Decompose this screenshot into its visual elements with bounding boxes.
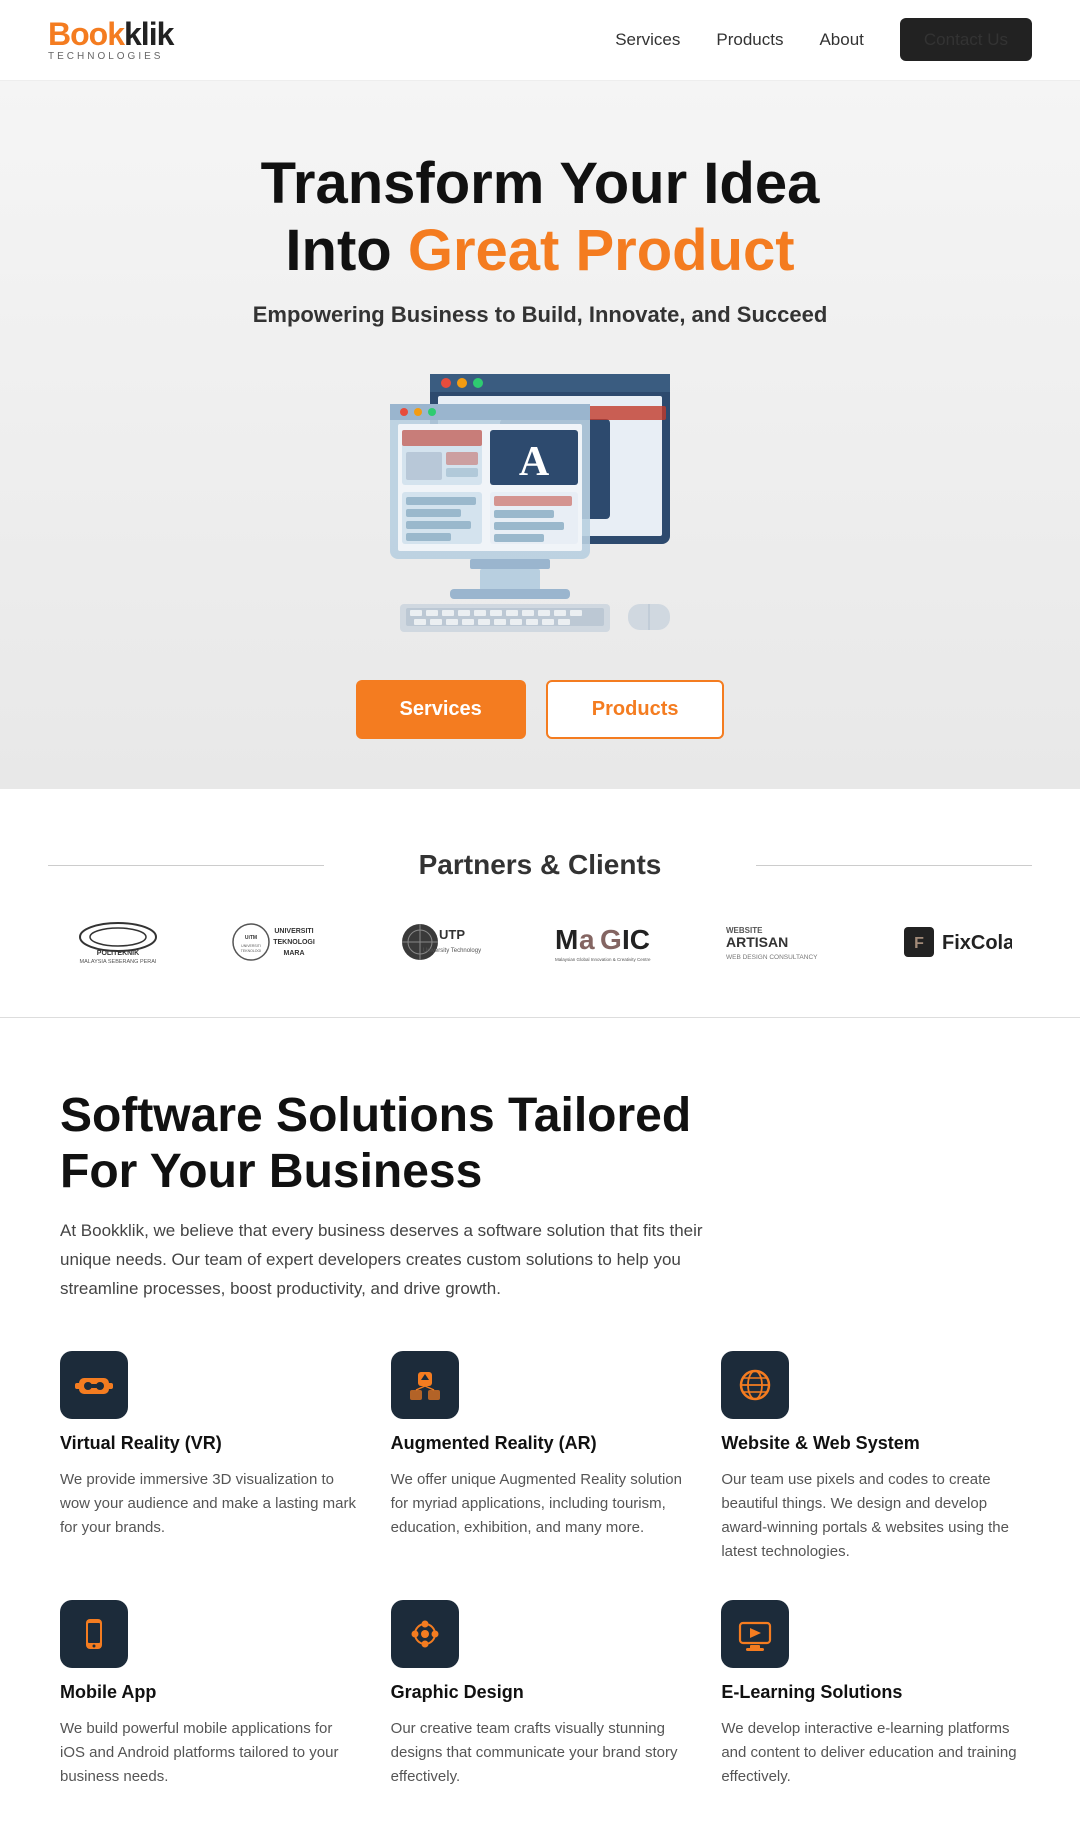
service-name-design: Graphic Design — [391, 1682, 690, 1703]
nav-link-products[interactable]: Products — [716, 30, 783, 49]
artisan-logo-svg: WEBSITE ARTISAN WEB DESIGN CONSULTANCY — [721, 917, 841, 967]
logo-wordmark: Bookklik — [48, 18, 173, 50]
service-card-design: Graphic Design Our creative team crafts … — [391, 1600, 690, 1789]
elearning-icon-box — [721, 1600, 789, 1668]
service-name-mobile: Mobile App — [60, 1682, 359, 1703]
svg-text:A: A — [519, 439, 550, 485]
svg-text:TEKNOLOGI: TEKNOLOGI — [273, 939, 315, 946]
service-name-ar: Augmented Reality (AR) — [391, 1433, 690, 1454]
partner-utp: UTP University Technology — [400, 917, 490, 967]
svg-text:POLITEKNIK: POLITEKNIK — [97, 950, 139, 957]
svg-text:a: a — [579, 924, 595, 955]
svg-text:UTP: UTP — [439, 927, 465, 942]
svg-text:F: F — [914, 935, 924, 952]
uitm-logo-svg: UiTM UNIVERSITI TEKNOLOGI UNIVERSITI TEK… — [229, 917, 339, 967]
svg-text:ARTISAN: ARTISAN — [726, 934, 788, 950]
hero-headline: Transform Your Idea Into Great Product — [60, 151, 1020, 284]
solutions-heading: Software Solutions Tailored For Your Bus… — [60, 1088, 740, 1198]
partners-logos: POLITEKNIK MALAYSIA SEBERANG PERAI UiTM … — [48, 917, 1032, 967]
partner-uitm: UiTM UNIVERSITI TEKNOLOGI UNIVERSITI TEK… — [229, 917, 339, 967]
service-card-web: Website & Web System Our team use pixels… — [721, 1351, 1020, 1564]
hero-headline-line1: Transform Your Idea — [261, 151, 820, 216]
service-desc-vr: We provide immersive 3D visualization to… — [60, 1468, 359, 1540]
ar-icon-box — [391, 1351, 459, 1419]
mobile-icon-box — [60, 1600, 128, 1668]
vr-icon-box — [60, 1351, 128, 1419]
hero-subheadline: Empowering Business to Build, Innovate, … — [60, 302, 1020, 328]
service-desc-web: Our team use pixels and codes to create … — [721, 1468, 1020, 1564]
hero-services-button[interactable]: Services — [356, 680, 526, 739]
service-card-elearning: E-Learning Solutions We develop interact… — [721, 1600, 1020, 1789]
contact-us-button[interactable]: Contact Us — [900, 18, 1032, 61]
services-grid: Virtual Reality (VR) We provide immersiv… — [60, 1351, 1020, 1789]
service-card-vr: Virtual Reality (VR) We provide immersiv… — [60, 1351, 359, 1564]
svg-text:M: M — [555, 924, 578, 955]
svg-text:UNIVERSITI: UNIVERSITI — [241, 944, 261, 948]
service-desc-elearning: We develop interactive e-learning platfo… — [721, 1717, 1020, 1789]
service-name-vr: Virtual Reality (VR) — [60, 1433, 359, 1454]
hero-buttons: Services Products — [60, 680, 1020, 739]
fixcolab-logo-svg: F FixColab — [902, 917, 1012, 967]
svg-text:MALAYSIA SEBERANG PERAI: MALAYSIA SEBERANG PERAI — [80, 959, 157, 965]
hero-headline-orange: Great Product — [408, 218, 795, 283]
partner-artisan: WEBSITE ARTISAN WEB DESIGN CONSULTANCY — [721, 917, 841, 967]
monitor-svg: A A — [370, 364, 710, 644]
service-card-ar: Augmented Reality (AR) We offer unique A… — [391, 1351, 690, 1564]
partners-title: Partners & Clients — [48, 849, 1032, 881]
svg-text:FixColab: FixColab — [942, 932, 1012, 954]
nav-contact-btn-wrapper[interactable]: Contact Us — [900, 30, 1032, 50]
hero-section: Transform Your Idea Into Great Product E… — [0, 81, 1080, 789]
svg-text:G: G — [600, 924, 622, 955]
logo-subtitle: TECHNOLOGIES — [48, 52, 173, 62]
partner-magic: M a G IC Malaysian Global Innovation & C… — [550, 917, 660, 967]
partner-fixcolab: F FixColab — [902, 917, 1012, 967]
navbar: Bookklik TECHNOLOGIES Services Products … — [0, 0, 1080, 81]
svg-text:MARA: MARA — [283, 950, 304, 957]
svg-text:WEB DESIGN CONSULTANCY: WEB DESIGN CONSULTANCY — [726, 954, 818, 961]
nav-item-about[interactable]: About — [819, 30, 863, 50]
logo-book: Book — [48, 16, 124, 52]
mobile-icon — [75, 1615, 113, 1653]
hero-illustration: A A — [370, 364, 710, 644]
magic-logo-svg: M a G IC Malaysian Global Innovation & C… — [550, 917, 660, 967]
logo-klik: klik — [124, 16, 173, 52]
hero-headline-line2-plain: Into — [285, 218, 407, 283]
design-icon — [406, 1615, 444, 1653]
service-card-mobile: Mobile App We build powerful mobile appl… — [60, 1600, 359, 1789]
nav-item-services[interactable]: Services — [615, 30, 680, 50]
web-icon — [736, 1366, 774, 1404]
nav-link-services[interactable]: Services — [615, 30, 680, 49]
partner-politeknik: POLITEKNIK MALAYSIA SEBERANG PERAI — [68, 917, 168, 967]
design-icon-box — [391, 1600, 459, 1668]
solutions-section: Software Solutions Tailored For Your Bus… — [0, 1018, 1080, 1829]
svg-text:IC: IC — [622, 924, 650, 955]
service-desc-mobile: We build powerful mobile applications fo… — [60, 1717, 359, 1789]
elearning-icon — [736, 1615, 774, 1653]
nav-item-products[interactable]: Products — [716, 30, 783, 50]
svg-text:TEKNOLOGI: TEKNOLOGI — [241, 949, 261, 953]
politeknik-logo-svg: POLITEKNIK MALAYSIA SEBERANG PERAI — [68, 917, 168, 967]
nav-links: Services Products About Contact Us — [615, 30, 1032, 50]
hero-products-button[interactable]: Products — [546, 680, 725, 739]
solutions-description: At Bookklik, we believe that every busin… — [60, 1217, 740, 1304]
svg-text:Malaysian Global Innovation &: Malaysian Global Innovation & Creativity… — [555, 957, 651, 962]
web-icon-box — [721, 1351, 789, 1419]
service-name-elearning: E-Learning Solutions — [721, 1682, 1020, 1703]
service-name-web: Website & Web System — [721, 1433, 1020, 1454]
partners-section: Partners & Clients POLITEKNIK MALAYSIA S… — [0, 789, 1080, 1018]
svg-text:UNIVERSITI: UNIVERSITI — [274, 928, 313, 935]
vr-icon — [75, 1366, 113, 1404]
service-desc-ar: We offer unique Augmented Reality soluti… — [391, 1468, 690, 1540]
utp-logo-svg: UTP University Technology — [400, 917, 490, 967]
logo: Bookklik TECHNOLOGIES — [48, 18, 173, 62]
service-desc-design: Our creative team crafts visually stunni… — [391, 1717, 690, 1789]
svg-text:University Technology: University Technology — [423, 948, 481, 954]
nav-link-about[interactable]: About — [819, 30, 863, 49]
svg-text:UiTM: UiTM — [245, 935, 257, 941]
ar-icon — [406, 1366, 444, 1404]
